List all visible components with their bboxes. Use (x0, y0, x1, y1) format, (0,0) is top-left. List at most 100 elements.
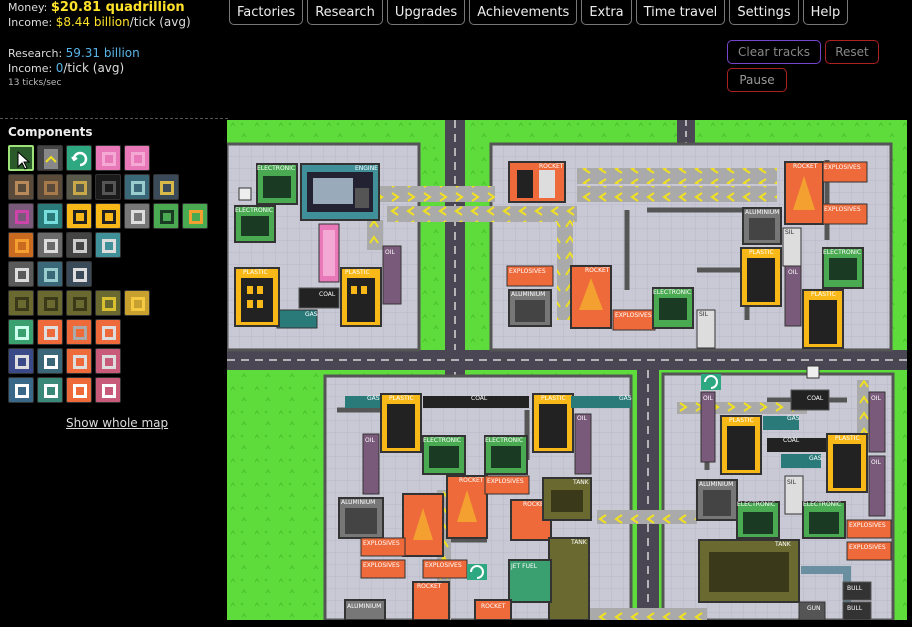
circuit-grid-icon (15, 268, 29, 282)
map-label-rocket-1: ROCKET (539, 163, 564, 170)
map-label-plastic-3: PLASTIC (749, 249, 774, 256)
component-aluminium-smelter-button[interactable] (8, 232, 34, 258)
plastic-building-7: PLASTIC (720, 415, 762, 475)
map-label-bull-1: BULL (847, 585, 863, 592)
aluminium-building-4: ALUMINIUM (344, 599, 386, 620)
rotate-icon (71, 151, 88, 167)
component-rocket-assembly-button[interactable] (95, 319, 121, 345)
component-pink-buyer-button[interactable] (95, 145, 121, 171)
map-label-electronic-4: ELECTRONIC (653, 289, 691, 296)
nav-settings[interactable]: Settings (729, 0, 799, 25)
component-coal-mine-button[interactable] (95, 174, 121, 200)
component-plastic-press-button[interactable] (95, 203, 121, 229)
reset-button[interactable]: Reset (825, 40, 879, 64)
rocket-building-1: ROCKET (508, 161, 566, 203)
component-battery-button[interactable] (8, 348, 34, 374)
plastic-building-1: PLASTIC (234, 267, 280, 327)
component-conveyor-button[interactable] (37, 145, 63, 171)
component-server-button[interactable] (66, 348, 92, 374)
map-label-coal-1: COAL (319, 291, 336, 298)
nav-extra[interactable]: Extra (581, 0, 632, 25)
server-icon (73, 355, 87, 369)
factory-map[interactable]: ENGINE COAL GAS OIL ELECTRONIC ELECTRONI… (227, 120, 907, 620)
income-suffix: /tick (avg) (129, 15, 191, 29)
rocket-building-8: ROCKET (474, 599, 512, 620)
component-console-button[interactable] (95, 348, 121, 374)
map-label-tank-1: TANK (572, 479, 590, 486)
map-label-electronic-7: ELECTRONIC (737, 501, 775, 508)
map-label-explosives-8: EXPLOSIVES (425, 562, 462, 569)
component-gauge-button[interactable] (37, 348, 63, 374)
map-label-tank-2: TANK (570, 539, 588, 546)
component-plastic-factory-button[interactable] (66, 203, 92, 229)
component-gas-plant-button[interactable] (37, 203, 63, 229)
show-whole-map-link[interactable]: Show whole map (66, 416, 168, 430)
component-barrel-stack-button[interactable] (124, 290, 150, 316)
map-label-plastic-6: PLASTIC (541, 395, 566, 402)
component-silicon-mine-button[interactable] (124, 203, 150, 229)
map-label-explosives-3: EXPLOSIVES (824, 164, 861, 171)
map-label-rocket-7: ROCKET (481, 603, 506, 610)
component-electronics-factory-button[interactable] (153, 203, 179, 229)
aluminium-building-1: ALUMINIUM (508, 289, 552, 327)
component-rocket-part-button[interactable] (66, 319, 92, 345)
component-rotate-button[interactable] (66, 145, 92, 171)
component-computer-a-button[interactable] (8, 377, 34, 403)
electronic-building-1: ELECTRONIC (256, 163, 298, 205)
research-value: 59.31 billion (65, 46, 140, 60)
electronic-building-3: ELECTRONIC (822, 247, 864, 289)
component-robot-arm-button[interactable] (66, 261, 92, 287)
component-iron-foundry-button[interactable] (37, 174, 63, 200)
component-pink-seller-button[interactable] (124, 145, 150, 171)
nav-achievements[interactable]: Achievements (469, 0, 578, 25)
jet-fuel-building: JET FUEL (508, 559, 552, 603)
plastic-building-4: PLASTIC (802, 289, 844, 349)
plastic-factory-icon (73, 210, 87, 224)
component-tank-part-c-button[interactable] (66, 290, 92, 316)
nav-research[interactable]: Research (307, 0, 383, 25)
component-computer-c-button[interactable] (66, 377, 92, 403)
barrel-stack-icon (131, 297, 145, 311)
component-engine-assembly-button[interactable] (95, 232, 121, 258)
money-value: $20.81 quadrillion (50, 0, 185, 15)
wire-press-icon (44, 239, 58, 253)
component-tank-part-a-button[interactable] (8, 290, 34, 316)
rocket-building-3: ROCKET (784, 161, 824, 225)
component-explosives-plant-button[interactable] (182, 203, 208, 229)
component-computer-b-button[interactable] (37, 377, 63, 403)
engine-part-icon (73, 239, 87, 253)
map-label-gas-4: GAS (787, 415, 800, 422)
component-circuit-grid-button[interactable] (8, 261, 34, 287)
nav-time-travel[interactable]: Time travel (635, 0, 726, 25)
component-iron-ore-button[interactable] (8, 174, 34, 200)
component-cursor-button[interactable] (8, 145, 34, 171)
component-sorter-button[interactable] (66, 174, 92, 200)
nav-factories[interactable]: Factories (229, 0, 304, 25)
component-engine-part-button[interactable] (66, 232, 92, 258)
map-label-engine: ENGINE (355, 165, 378, 172)
nav-upgrades[interactable]: Upgrades (386, 0, 466, 25)
main-nav: Factories Research Upgrades Achievements… (229, 0, 849, 25)
component-tank-assembly-button[interactable] (95, 290, 121, 316)
pause-button[interactable]: Pause (727, 68, 787, 92)
component-wire-press-button[interactable] (37, 232, 63, 258)
component-canister-button[interactable] (37, 319, 63, 345)
component-jet-fuel-button[interactable] (8, 319, 34, 345)
map-label-aluminium-3: ALUMINIUM (341, 499, 375, 506)
map-label-electronic-5: ELECTRONIC (423, 437, 461, 444)
map-label-plastic-1: PLASTIC (243, 269, 268, 276)
computer-b-icon (44, 384, 58, 398)
nav-help[interactable]: Help (802, 0, 849, 25)
component-tank-part-b-button[interactable] (37, 290, 63, 316)
electronics-factory-icon (160, 210, 174, 224)
component-processor-button[interactable] (37, 261, 63, 287)
map-label-electronic-8: ELECTRONIC (803, 501, 841, 508)
clear-tracks-button[interactable]: Clear tracks (727, 40, 821, 64)
rocket-building-4 (402, 493, 444, 557)
component-computer-d-button[interactable] (95, 377, 121, 403)
map-label-coal-4: COAL (807, 395, 824, 402)
component-steel-mill-button[interactable] (124, 174, 150, 200)
map-label-oil-3: OIL (365, 437, 375, 444)
component-gear-press-button[interactable] (153, 174, 179, 200)
component-oil-well-button[interactable] (8, 203, 34, 229)
